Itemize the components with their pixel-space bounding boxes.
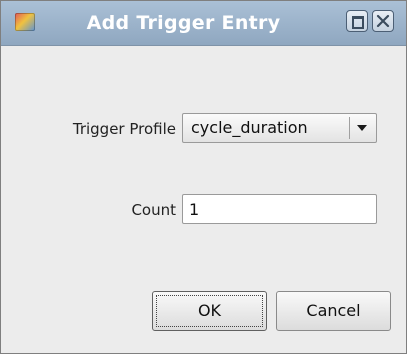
close-button[interactable] bbox=[372, 10, 394, 32]
maximize-icon bbox=[352, 16, 364, 29]
trigger-profile-label: Trigger Profile bbox=[72, 120, 176, 138]
count-field[interactable] bbox=[182, 194, 377, 224]
combo-divider bbox=[349, 117, 350, 139]
dialog-window: Add Trigger Entry Trigger Profile cycle_… bbox=[0, 0, 407, 354]
ok-button[interactable]: OK bbox=[152, 291, 267, 331]
close-icon bbox=[376, 14, 390, 28]
focus-ring bbox=[156, 295, 263, 327]
title-bar[interactable]: Add Trigger Entry bbox=[1, 1, 406, 46]
maximize-button[interactable] bbox=[346, 10, 368, 32]
app-icon bbox=[15, 13, 35, 31]
trigger-profile-value: cycle_duration bbox=[191, 118, 308, 137]
cancel-button[interactable]: Cancel bbox=[276, 291, 391, 331]
chevron-down-icon bbox=[357, 125, 367, 131]
trigger-profile-select[interactable]: cycle_duration bbox=[182, 113, 377, 143]
count-label: Count bbox=[131, 201, 176, 219]
window-title: Add Trigger Entry bbox=[86, 12, 281, 34]
